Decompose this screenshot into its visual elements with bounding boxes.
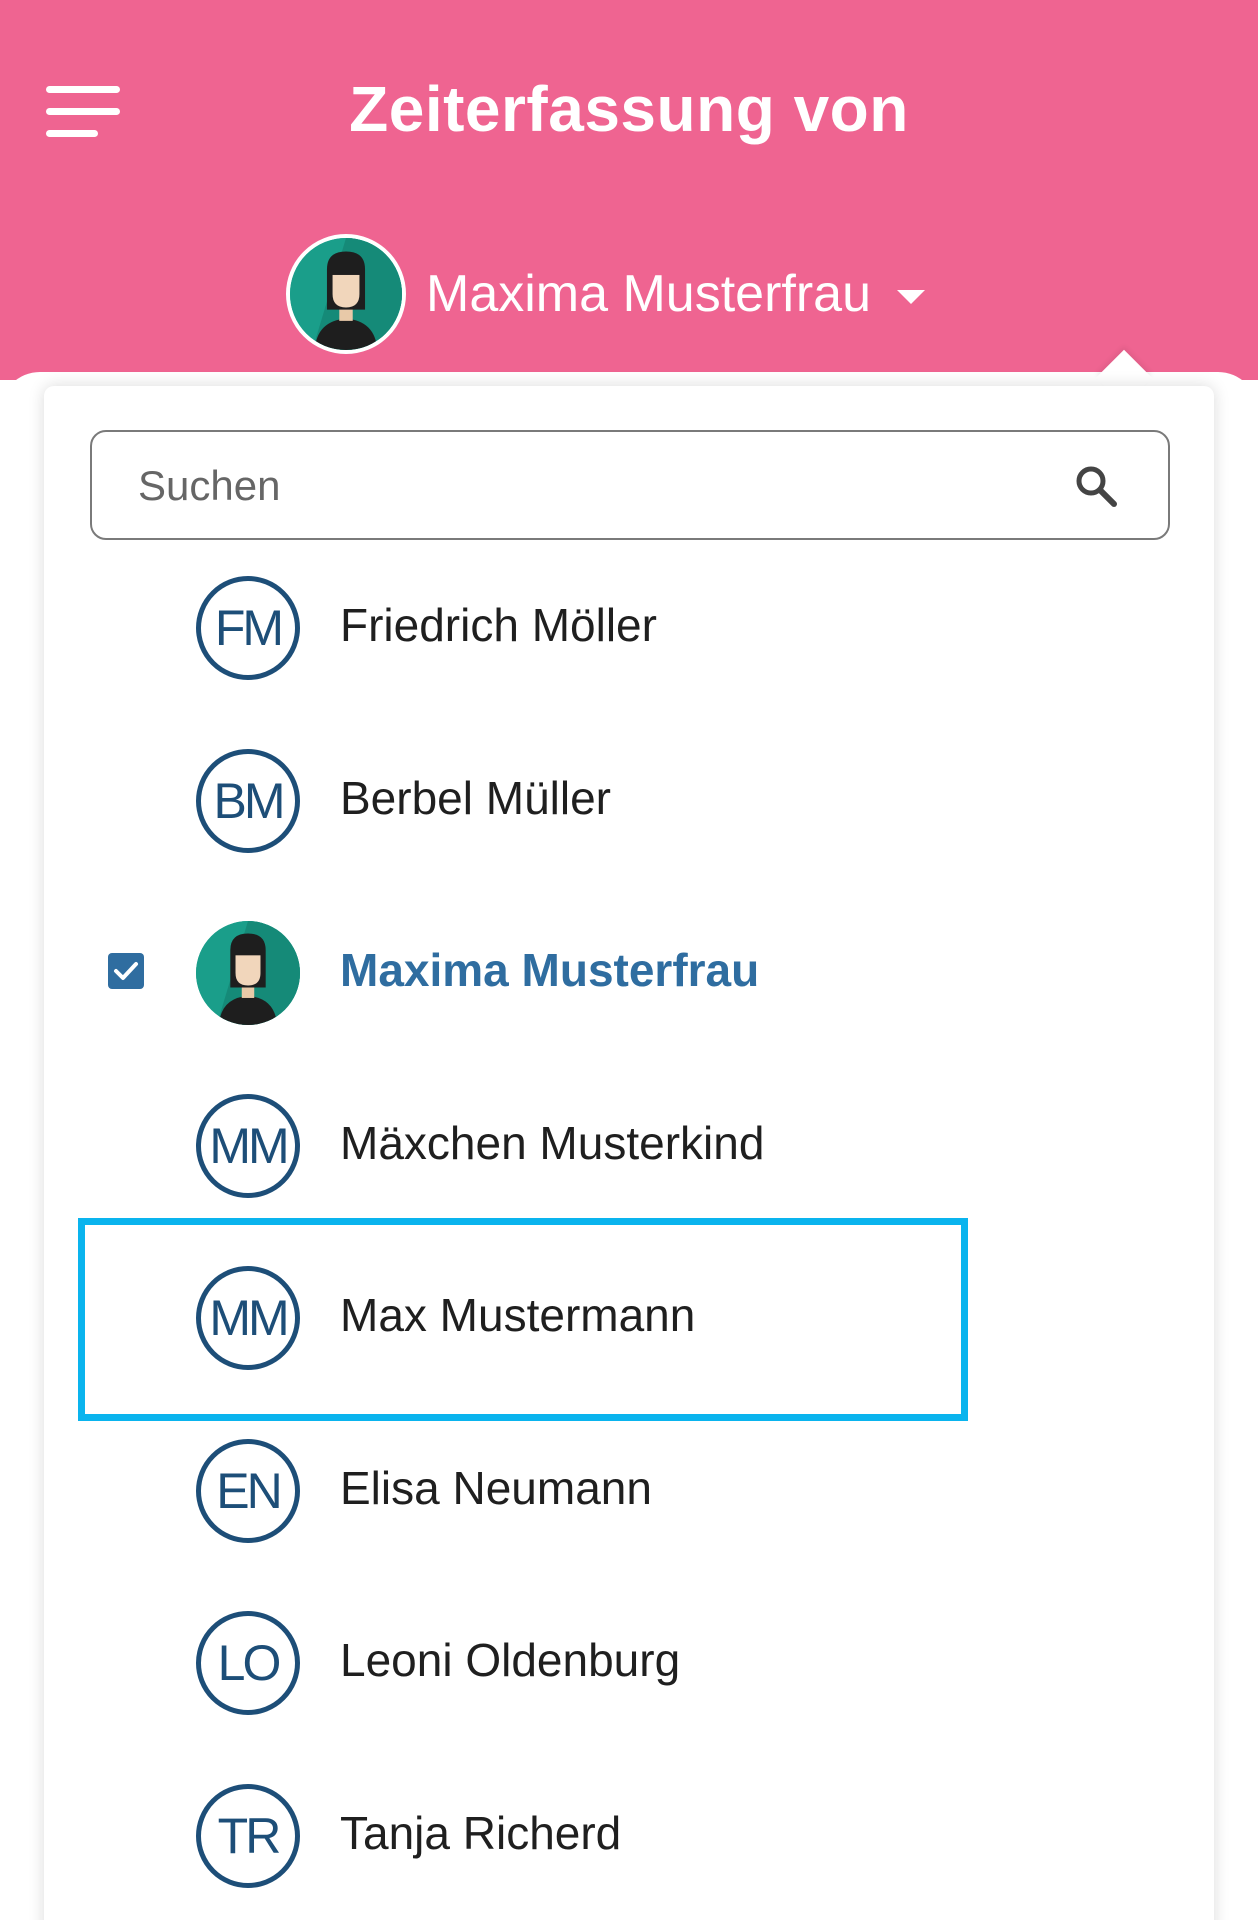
user-name: Leoni Oldenburg <box>340 1634 681 1686</box>
list-item[interactable]: MM Mäxchen Musterkind <box>44 1058 1214 1231</box>
initials-avatar: BM <box>196 748 300 853</box>
current-user-name: Maxima Musterfrau <box>426 265 871 323</box>
photo-avatar <box>196 921 300 1025</box>
user-name: Elisa Neumann <box>340 1461 652 1514</box>
current-user-avatar <box>286 234 406 354</box>
user-list: FM Friedrich Möller BM Berbel Müller Max… <box>44 540 1214 1920</box>
user-name: Berbel Müller <box>340 771 611 824</box>
initials-avatar: TR <box>196 1783 300 1888</box>
list-item[interactable]: EN Elisa Neumann <box>44 1403 1214 1576</box>
list-item-selected[interactable]: Maxima Musterfrau <box>44 885 1214 1058</box>
user-name: Max Mustermann <box>340 1289 696 1341</box>
list-item[interactable]: TR Tanja Richerd <box>44 1748 1214 1920</box>
app-header: Zeiterfassung von Maxima Musterfrau <box>0 0 1258 380</box>
caret-down-icon <box>897 290 925 304</box>
list-item[interactable]: MM Max Mustermann <box>44 1230 1214 1403</box>
search-field[interactable] <box>90 430 1170 540</box>
initials-avatar: LO <box>196 1611 300 1715</box>
user-name: Maxima Musterfrau <box>340 944 760 996</box>
user-name: Tanja Richerd <box>340 1806 622 1859</box>
initials-avatar: MM <box>196 1266 300 1370</box>
checkbox-checked-icon[interactable] <box>108 953 144 989</box>
page-title: Zeiterfassung von <box>349 73 909 145</box>
user-name: Mäxchen Musterkind <box>340 1116 765 1169</box>
list-item[interactable]: FM Friedrich Möller <box>44 540 1214 713</box>
initials-avatar: FM <box>196 576 300 680</box>
initials-avatar: EN <box>196 1438 300 1543</box>
user-name: Friedrich Möller <box>340 599 657 651</box>
initials-avatar: MM <box>196 1093 300 1198</box>
user-switcher-dropdown[interactable]: Maxima Musterfrau <box>286 232 925 356</box>
list-item[interactable]: BM Berbel Müller <box>44 713 1214 886</box>
search-input[interactable] <box>138 452 1038 520</box>
search-icon[interactable] <box>1072 462 1120 510</box>
list-item[interactable]: LO Leoni Oldenburg <box>44 1575 1214 1748</box>
